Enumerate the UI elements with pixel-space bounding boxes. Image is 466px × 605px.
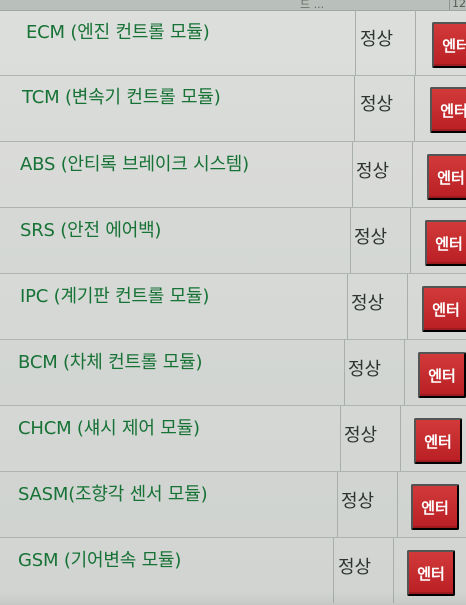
module-row-chcm: CHCM (섀시 제어 모듈) 정상 엔터	[0, 406, 466, 472]
module-row-srs: SRS (안전 에어백) 정상 엔터	[0, 208, 466, 274]
column-divider	[412, 142, 413, 207]
module-name-ipc: IPC (계기판 컨트롤 모듈)	[20, 286, 210, 307]
column-divider	[340, 406, 341, 471]
module-status-abs: 정상	[356, 161, 390, 182]
module-name-tcm: TCM (변속기 컨트롤 모듈)	[22, 87, 221, 108]
module-status-tcm: 정상	[360, 94, 394, 115]
module-name-srs: SRS (안전 에어백)	[20, 220, 162, 241]
column-divider	[410, 208, 411, 273]
enter-button-ecm[interactable]: 엔터	[432, 22, 466, 68]
enter-button-sasm[interactable]: 엔터	[411, 484, 459, 530]
column-divider	[400, 406, 401, 471]
top-counter: 12	[449, 0, 466, 10]
column-divider	[407, 274, 408, 339]
column-divider	[354, 76, 355, 141]
column-divider	[337, 472, 338, 537]
enter-button-bcm[interactable]: 엔터	[418, 352, 466, 398]
module-row-bcm: BCM (차체 컨트롤 모듈) 정상 엔터	[0, 340, 466, 406]
module-name-chcm: CHCM (섀시 제어 모듈)	[18, 418, 200, 439]
column-divider	[352, 142, 353, 207]
column-divider	[355, 10, 356, 75]
module-status-srs: 정상	[354, 227, 388, 248]
module-row-tcm: TCM (변속기 컨트롤 모듈) 정상 엔터	[0, 76, 466, 142]
module-status-bcm: 정상	[348, 359, 382, 380]
module-status-gsm: 정상	[338, 557, 372, 578]
module-row-sasm: SASM(조향각 센서 모듈) 정상 엔터	[0, 472, 466, 538]
module-status-ecm: 정상	[360, 29, 394, 50]
column-divider	[415, 10, 416, 75]
enter-button-abs[interactable]: 엔터	[427, 154, 466, 200]
module-status-screen: 드 ... 12 ECM (엔진 컨트롤 모듈) 정상 엔터 TCM (변속기 …	[0, 0, 466, 605]
column-divider	[344, 340, 345, 405]
module-name-sasm: SASM(조향각 센서 모듈)	[18, 484, 208, 505]
column-divider	[414, 76, 415, 141]
bottom-shadow	[0, 591, 466, 605]
column-divider	[347, 274, 348, 339]
module-name-gsm: GSM (기어변속 모듈)	[18, 550, 182, 571]
enter-button-ipc[interactable]: 엔터	[422, 286, 466, 332]
enter-button-gsm[interactable]: 엔터	[407, 550, 455, 596]
column-divider	[350, 208, 351, 273]
enter-button-chcm[interactable]: 엔터	[414, 418, 462, 464]
enter-button-tcm[interactable]: 엔터	[430, 87, 466, 133]
module-name-abs: ABS (안티록 브레이크 시스템)	[20, 154, 249, 175]
module-status-chcm: 정상	[344, 425, 378, 446]
module-name-bcm: BCM (차체 컨트롤 모듈)	[18, 352, 203, 373]
module-status-ipc: 정상	[351, 293, 385, 314]
column-divider	[397, 472, 398, 537]
module-row-ipc: IPC (계기판 컨트롤 모듈) 정상 엔터	[0, 274, 466, 340]
module-table: ECM (엔진 컨트롤 모듈) 정상 엔터 TCM (변속기 컨트롤 모듈) 정…	[0, 10, 466, 603]
column-divider	[404, 340, 405, 405]
module-row-abs: ABS (안티록 브레이크 시스템) 정상 엔터	[0, 142, 466, 208]
module-name-ecm: ECM (엔진 컨트롤 모듈)	[26, 22, 210, 43]
module-row-ecm: ECM (엔진 컨트롤 모듈) 정상 엔터	[0, 10, 466, 76]
enter-button-srs[interactable]: 엔터	[425, 220, 466, 266]
module-status-sasm: 정상	[341, 491, 375, 512]
